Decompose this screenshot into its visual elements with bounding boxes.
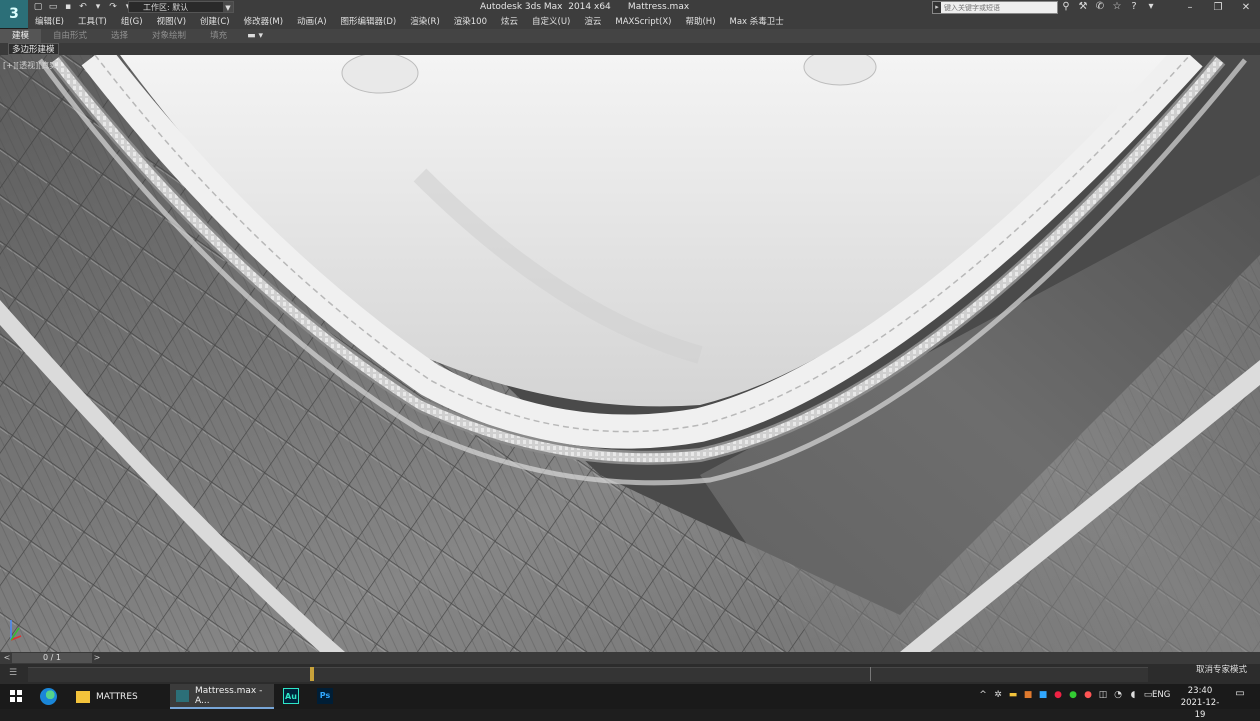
track-bar-menu-icon[interactable]: ☰ — [5, 668, 21, 680]
tab-modeling[interactable]: 建模 — [0, 29, 42, 43]
audition-app-icon[interactable]: Au — [283, 688, 299, 704]
time-slider-next-button[interactable]: > — [92, 653, 102, 663]
communication-icon[interactable]: ✆ — [1094, 1, 1106, 13]
menu-antivirus[interactable]: Max 杀毒卫士 — [723, 15, 791, 29]
search-input[interactable] — [942, 2, 1060, 13]
ribbon-options-icon[interactable]: ▬ ▾ — [239, 31, 271, 41]
undo-icon[interactable]: ↶ — [77, 2, 89, 13]
help-dropdown-icon[interactable]: ▾ — [1145, 1, 1157, 13]
taskbar-clock[interactable]: 23:40 2021-12-19 — [1176, 685, 1224, 721]
undo-dropdown-icon[interactable]: ▾ — [92, 2, 104, 13]
menu-help[interactable]: 帮助(H) — [678, 15, 722, 29]
mattress-render — [0, 55, 1260, 652]
expert-mode-toggle[interactable]: 取消专家模式 — [1196, 663, 1247, 675]
menu-render100[interactable]: 渲染100 — [447, 15, 494, 29]
search-arrow-icon[interactable]: ▸ — [933, 2, 941, 13]
menu-xuanyun[interactable]: 炫云 — [494, 15, 525, 29]
tab-populate[interactable]: 填充 — [198, 29, 239, 43]
photoshop-app-icon[interactable]: Ps — [317, 688, 333, 704]
system-tray: ^ ✲ ▬ ■ ■ ● ● ● ◫ ◔ ◖ ▭ — [978, 690, 1153, 700]
menu-modifiers[interactable]: 修改器(M) — [237, 15, 290, 29]
windows-start-icon[interactable] — [10, 690, 22, 702]
taskbar-explorer-button[interactable]: MATTRES — [70, 684, 172, 709]
menu-create[interactable]: 创建(C) — [193, 15, 237, 29]
ribbon-subpanel — [0, 43, 1260, 55]
restore-icon[interactable]: ❐ — [1204, 0, 1232, 15]
track-tick — [870, 667, 871, 681]
window-controls: – ❐ ✕ — [1176, 0, 1260, 15]
subscription-icon[interactable]: ⚒ — [1077, 1, 1089, 13]
clock-date: 2021-12-19 — [1180, 698, 1220, 720]
perspective-viewport[interactable] — [0, 55, 1260, 652]
binoculars-icon[interactable]: ⚲ — [1060, 1, 1072, 13]
tab-freeform[interactable]: 自由形式 — [41, 29, 99, 43]
clock-time: 23:40 — [1187, 686, 1213, 696]
settings-icon[interactable]: ✲ — [993, 690, 1003, 700]
menu-edit[interactable]: 编辑(E) — [28, 15, 71, 29]
time-slider-prev-button[interactable]: < — [2, 653, 12, 663]
folder-icon — [76, 690, 90, 703]
menu-tools[interactable]: 工具(T) — [71, 15, 114, 29]
language-indicator[interactable]: ENG — [1152, 690, 1170, 700]
chevron-up-icon[interactable]: ^ — [978, 690, 988, 700]
track-bar[interactable] — [28, 667, 1148, 682]
taskbar-3dsmax-label: Mattress.max - A... — [195, 685, 263, 706]
menu-group[interactable]: 组(G) — [114, 15, 150, 29]
chevron-down-icon: ▼ — [223, 2, 233, 12]
menu-bar: 编辑(E) 工具(T) 组(G) 视图(V) 创建(C) 修改器(M) 动画(A… — [28, 15, 1260, 29]
camera-icon[interactable]: ◫ — [1098, 690, 1108, 700]
menu-rendering[interactable]: 渲染(R) — [403, 15, 447, 29]
3ds-max-logo-icon[interactable]: 3 — [0, 0, 28, 28]
menu-graph-editors[interactable]: 图形编辑器(D) — [334, 15, 404, 29]
time-slider-counter[interactable]: 0 / 1 — [12, 653, 92, 663]
wechat-icon[interactable]: ● — [1068, 690, 1078, 700]
app-icon[interactable]: ■ — [1038, 690, 1048, 700]
notification-icon[interactable]: ▭ — [1234, 688, 1246, 700]
edge-browser-icon[interactable] — [40, 688, 57, 705]
tab-polygon-modeling[interactable]: 多边形建模 — [8, 43, 59, 55]
workspace-label: 工作区: 默认 — [143, 3, 189, 12]
help-icon[interactable]: ? — [1128, 1, 1140, 13]
new-file-icon[interactable]: ▢ — [32, 2, 44, 13]
speaker-icon[interactable]: ◖ — [1128, 690, 1138, 700]
workspace-selector[interactable]: 工作区: 默认 ▼ — [128, 1, 234, 13]
redo-icon[interactable]: ↷ — [107, 2, 119, 13]
time-slider — [0, 652, 1260, 664]
ribbon-tabs: 建模 自由形式 选择 对象绘制 填充 ▬ ▾ — [0, 29, 1260, 43]
tab-object-paint[interactable]: 对象绘制 — [140, 29, 198, 43]
folder-icon[interactable]: ▬ — [1008, 690, 1018, 700]
favorites-star-icon[interactable]: ☆ — [1111, 1, 1123, 13]
tab-selection[interactable]: 选择 — [99, 29, 140, 43]
time-cursor[interactable] — [310, 667, 314, 681]
search-box: ▸ — [932, 1, 1060, 14]
shield-icon[interactable]: ■ — [1023, 690, 1033, 700]
menu-customize[interactable]: 自定义(U) — [525, 15, 577, 29]
menu-xuanyun-render[interactable]: 渲云 — [577, 15, 608, 29]
taskbar-3dsmax-button[interactable]: Mattress.max - A... — [170, 684, 274, 709]
axis-tripod-icon — [10, 620, 22, 641]
taskbar-explorer-label: MATTRES — [96, 691, 138, 702]
window-title: Autodesk 3ds Max 2014 x64 Mattress.max — [480, 2, 690, 12]
menu-maxscript[interactable]: MAXScript(X) — [608, 15, 678, 29]
minimize-icon[interactable]: – — [1176, 0, 1204, 15]
viewport-label[interactable]: [+][透视][真实] — [3, 60, 60, 71]
menu-views[interactable]: 视图(V) — [150, 15, 193, 29]
close-icon[interactable]: ✕ — [1232, 0, 1260, 15]
color-icon[interactable]: ● — [1053, 690, 1063, 700]
save-file-icon[interactable]: ▪ — [62, 2, 74, 13]
antivirus-icon[interactable]: ● — [1083, 690, 1093, 700]
infocenter-toolbar: ⚲ ⚒ ✆ ☆ ? ▾ — [1060, 1, 1157, 13]
menu-animation[interactable]: 动画(A) — [290, 15, 333, 29]
wifi-icon[interactable]: ◔ — [1113, 690, 1123, 700]
open-file-icon[interactable]: ▭ — [47, 2, 59, 13]
3ds-max-app-icon — [176, 689, 190, 702]
